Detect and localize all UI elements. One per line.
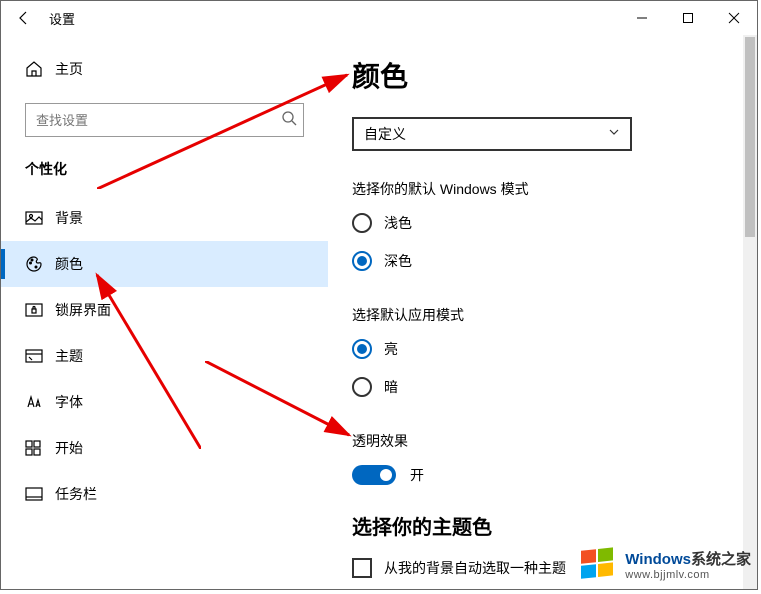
window-title: 设置 <box>49 9 75 28</box>
maximize-icon <box>682 12 694 24</box>
minimize-button[interactable] <box>619 1 665 35</box>
sidebar-item-fonts[interactable]: 字体 <box>1 379 328 425</box>
color-mode-dropdown[interactable]: 自定义 <box>352 117 632 151</box>
windows-mode-label: 选择你的默认 Windows 模式 <box>352 179 757 199</box>
radio-app-light[interactable]: 亮 <box>352 339 757 359</box>
settings-window: 设置 主页 <box>0 0 758 590</box>
radio-label: 浅色 <box>384 213 412 233</box>
radio-app-dark[interactable]: 暗 <box>352 377 757 397</box>
radio-label: 深色 <box>384 251 412 271</box>
content-area: 主页 个性化 背景 颜色 锁屏界面 <box>1 35 757 589</box>
minimize-icon <box>636 12 648 24</box>
sidebar-item-themes[interactable]: 主题 <box>1 333 328 379</box>
home-icon <box>25 60 43 78</box>
close-icon <box>728 12 740 24</box>
window-controls <box>619 1 757 35</box>
sidebar-nav: 背景 颜色 锁屏界面 主题 字体 <box>1 195 328 517</box>
sidebar-item-label: 颜色 <box>55 254 83 274</box>
home-label: 主页 <box>55 59 83 79</box>
page-title: 颜色 <box>352 55 757 95</box>
font-icon <box>25 395 43 409</box>
search-icon <box>281 110 297 126</box>
radio-windows-dark[interactable]: 深色 <box>352 251 757 271</box>
close-button[interactable] <box>711 1 757 35</box>
radio-windows-light[interactable]: 浅色 <box>352 213 757 233</box>
sidebar-section-title: 个性化 <box>1 159 328 195</box>
watermark-url: www.bjjmlv.com <box>625 569 751 581</box>
main-panel: 颜色 自定义 选择你的默认 Windows 模式 浅色 深色 选择默认应用模式 … <box>328 35 757 589</box>
radio-icon <box>352 377 372 397</box>
toggle-state-label: 开 <box>410 465 424 485</box>
radio-icon <box>352 339 372 359</box>
sidebar-item-background[interactable]: 背景 <box>1 195 328 241</box>
palette-icon <box>25 255 43 273</box>
transparency-label: 透明效果 <box>352 431 757 451</box>
radio-icon <box>352 213 372 233</box>
picture-icon <box>25 211 43 225</box>
titlebar: 设置 <box>1 1 757 35</box>
scrollbar-thumb[interactable] <box>745 37 755 237</box>
sidebar-item-taskbar[interactable]: 任务栏 <box>1 471 328 517</box>
sidebar-item-label: 任务栏 <box>55 484 97 504</box>
dropdown-value: 自定义 <box>364 124 620 144</box>
start-menu-icon <box>25 440 41 456</box>
home-link[interactable]: 主页 <box>1 49 328 89</box>
accent-color-heading: 选择你的主题色 <box>352 511 757 540</box>
back-button[interactable] <box>1 1 47 35</box>
checkbox-label: 从我的背景自动选取一种主题 <box>384 558 566 578</box>
sidebar-item-label: 主题 <box>55 346 83 366</box>
watermark: Windows系统之家 www.bjjmlv.com <box>579 545 751 583</box>
toggle-knob <box>380 469 392 481</box>
search-input-container[interactable] <box>25 103 304 137</box>
chevron-down-icon <box>608 126 620 138</box>
sidebar-item-colors[interactable]: 颜色 <box>1 241 328 287</box>
taskbar-icon <box>25 487 43 501</box>
sidebar-item-label: 锁屏界面 <box>55 300 111 320</box>
sidebar-item-label: 开始 <box>55 438 83 458</box>
sidebar: 主页 个性化 背景 颜色 锁屏界面 <box>1 35 328 589</box>
back-arrow-icon <box>16 10 32 26</box>
transparency-toggle-row: 开 <box>352 465 757 485</box>
radio-label: 暗 <box>384 377 398 397</box>
sidebar-item-lockscreen[interactable]: 锁屏界面 <box>1 287 328 333</box>
maximize-button[interactable] <box>665 1 711 35</box>
windows-logo-icon <box>579 545 617 583</box>
checkbox-icon <box>352 558 372 578</box>
lock-screen-icon <box>25 303 43 317</box>
radio-icon <box>352 251 372 271</box>
sidebar-item-label: 背景 <box>55 208 83 228</box>
transparency-toggle[interactable] <box>352 465 396 485</box>
watermark-brand: Windows系统之家 <box>625 548 751 569</box>
sidebar-item-start[interactable]: 开始 <box>1 425 328 471</box>
sidebar-item-label: 字体 <box>55 392 83 412</box>
theme-icon <box>25 349 43 363</box>
app-mode-label: 选择默认应用模式 <box>352 305 757 325</box>
search-input[interactable] <box>36 113 281 128</box>
radio-label: 亮 <box>384 339 398 359</box>
scrollbar[interactable] <box>743 35 757 589</box>
